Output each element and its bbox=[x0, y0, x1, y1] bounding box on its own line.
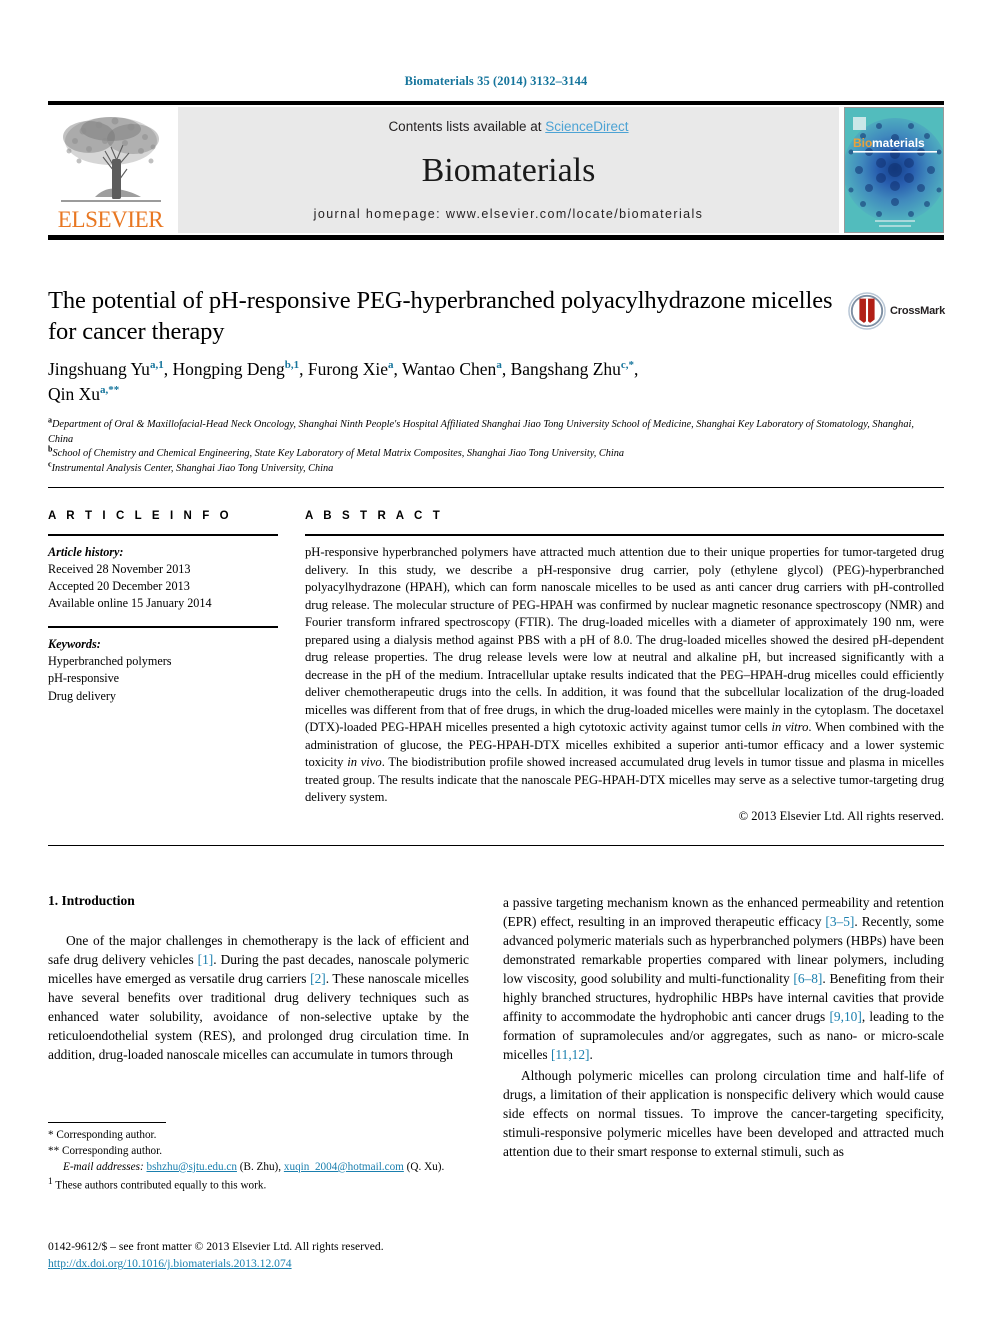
email-link-zhu[interactable]: bshzhu@sjtu.edu.cn bbox=[146, 1161, 236, 1173]
author-affiliation-marker: a bbox=[496, 359, 502, 372]
citation-ref[interactable]: [1] bbox=[198, 952, 214, 967]
abstract-heading: A B S T R A C T bbox=[305, 510, 444, 522]
author-affiliation-marker: a,1 bbox=[149, 359, 164, 372]
page-footer: 0142-9612/$ – see front matter © 2013 El… bbox=[48, 1238, 508, 1273]
intro-text-8: . bbox=[589, 1047, 593, 1063]
elsevier-wordmark: ELSEVIER bbox=[57, 207, 164, 232]
citation-ref[interactable]: [2] bbox=[310, 971, 326, 986]
footnote-marker: 1 bbox=[48, 1176, 53, 1187]
cover-title-suffix: materials bbox=[872, 136, 925, 150]
contents-prefix-text: Contents lists available at bbox=[388, 119, 546, 134]
abstract-rule bbox=[305, 534, 944, 536]
masthead-center-panel: Contents lists available at ScienceDirec… bbox=[178, 107, 839, 233]
intro-paragraph-1: One of the major challenges in chemother… bbox=[48, 931, 469, 1064]
contents-available-line: Contents lists available at ScienceDirec… bbox=[388, 119, 628, 134]
citation-ref[interactable]: [11,12] bbox=[551, 1047, 590, 1062]
footnote-corresponding-1: * Corresponding author. bbox=[48, 1129, 157, 1141]
body-column-left: 1. Introduction One of the major challen… bbox=[48, 893, 469, 1066]
article-history-label: Article history: bbox=[48, 545, 124, 559]
footnote-emails: E-mail addresses: bshzhu@sjtu.edu.cn (B.… bbox=[48, 1160, 473, 1176]
author-name: Bangshang Zhu bbox=[510, 359, 621, 379]
author-list: Jingshuang Yua,1, Hongping Dengb,1, Furo… bbox=[48, 357, 848, 408]
sciencedirect-link[interactable]: ScienceDirect bbox=[545, 119, 628, 134]
masthead-bottom-rule bbox=[48, 235, 944, 240]
affiliation-item: cInstrumental Analysis Center, Shanghai … bbox=[48, 460, 918, 477]
email-owner-zhu: (B. Zhu), bbox=[239, 1160, 282, 1173]
author-affiliation-marker: b,1 bbox=[284, 359, 300, 372]
abstract-body: pH-responsive hyperbranched polymers hav… bbox=[305, 544, 944, 807]
author-name: Qin Xu bbox=[48, 384, 101, 405]
intro-paragraph-2: Although polymeric micelles can prolong … bbox=[503, 1068, 944, 1160]
article-info-rule bbox=[48, 534, 278, 536]
affiliation-item: aDepartment of Oral & Maxillofacial-Head… bbox=[48, 416, 918, 447]
journal-homepage-line[interactable]: journal homepage: www.elsevier.com/locat… bbox=[314, 207, 704, 221]
section-heading-introduction: 1. Introduction bbox=[48, 893, 135, 908]
citation-ref[interactable]: [3–5] bbox=[825, 914, 854, 929]
page-title: The potential of pH-responsive PEG-hyper… bbox=[48, 287, 833, 345]
footnote-corresponding-2: ** Corresponding author. bbox=[48, 1144, 163, 1157]
elsevier-tree-icon bbox=[60, 117, 161, 202]
affiliation-text: School of Chemistry and Chemical Enginee… bbox=[52, 448, 625, 460]
author-name: Hongping Deng bbox=[172, 359, 285, 379]
footnote-block: * Corresponding author. ** Corresponding… bbox=[48, 1128, 473, 1194]
keyword-item: Hyperbranched polymers bbox=[48, 654, 172, 669]
running-head-citation: Biomaterials 35 (2014) 3132–3144 bbox=[404, 74, 588, 88]
journal-masthead: ELSEVIER Contents lists available at Sci… bbox=[48, 101, 944, 240]
email-addresses-label: E-mail addresses: bbox=[63, 1160, 144, 1173]
cover-artwork: Bio materials bbox=[845, 108, 943, 232]
info-section-top-rule bbox=[48, 487, 944, 488]
article-info-panel: A R T I C L E I N F O Article history: R… bbox=[48, 510, 278, 705]
abstract-part-3: . The biodistribution profile showed inc… bbox=[305, 755, 945, 804]
title-block: The potential of pH-responsive PEG-hyper… bbox=[48, 286, 838, 348]
citation-ref[interactable]: [6–8] bbox=[793, 971, 822, 986]
footnote-equal-contribution-text: These authors contributed equally to thi… bbox=[55, 1179, 267, 1192]
author-line-1: Jingshuang Yua,1, Hongping Dengb,1, Furo… bbox=[48, 359, 639, 379]
author-affiliation-marker: a,** bbox=[100, 384, 120, 397]
abstract-panel: A B S T R A C T pH-responsive hyperbranc… bbox=[305, 510, 944, 824]
crossmark-badge[interactable]: CrossMark bbox=[848, 288, 946, 334]
keyword-item: pH-responsive bbox=[48, 671, 120, 686]
keyword-item: Drug delivery bbox=[48, 688, 117, 703]
journal-title: Biomaterials bbox=[421, 151, 596, 189]
abstract-part-1: pH-responsive hyperbranched polymers hav… bbox=[305, 545, 944, 734]
article-history-accepted: Accepted 20 December 2013 bbox=[48, 579, 190, 594]
keywords-label: Keywords: bbox=[48, 637, 101, 652]
affiliation-text: Instrumental Analysis Center, Shanghai J… bbox=[51, 462, 334, 474]
journal-cover-thumbnail: Bio materials bbox=[844, 107, 944, 233]
citation-ref[interactable]: [9,10] bbox=[829, 1009, 861, 1024]
article-history-received: Received 28 November 2013 bbox=[48, 562, 191, 577]
author-affiliation-marker: c,* bbox=[620, 359, 635, 372]
author-name: Jingshuang Yu bbox=[48, 359, 150, 379]
elsevier-logo: ELSEVIER bbox=[48, 107, 173, 233]
author-name: Furong Xie bbox=[307, 359, 389, 379]
affiliation-list: aDepartment of Oral & Maxillofacial-Head… bbox=[48, 416, 918, 477]
issn-front-matter: 0142-9612/$ – see front matter © 2013 El… bbox=[48, 1240, 384, 1253]
body-column-right: a passive targeting mechanism known as t… bbox=[503, 893, 944, 1163]
crossmark-icon bbox=[848, 292, 886, 330]
abstract-italic-in-vitro: in vitro bbox=[771, 720, 809, 734]
doi-link[interactable]: http://dx.doi.org/10.1016/j.biomaterials… bbox=[48, 1257, 292, 1270]
crossmark-label: CrossMark bbox=[890, 305, 946, 317]
abstract-italic-in-vivo: in vivo bbox=[347, 755, 382, 769]
footnote-separator-rule bbox=[48, 1122, 166, 1123]
author-line-2: Qin Xua,** bbox=[48, 384, 119, 404]
affiliation-text: Department of Oral & Maxillofacial-Head … bbox=[48, 419, 914, 445]
footnote-equal-contribution: 1 These authors contributed equally to t… bbox=[48, 1176, 473, 1195]
article-info-heading: A R T I C L E I N F O bbox=[48, 510, 233, 522]
author-name: Wantao Chen bbox=[401, 359, 497, 379]
journal-article-first-page: Biomaterials 35 (2014) 3132–3144 ELSEVIE… bbox=[0, 0, 992, 1323]
abstract-copyright: © 2013 Elsevier Ltd. All rights reserved… bbox=[738, 808, 944, 823]
article-history-online: Available online 15 January 2014 bbox=[48, 596, 212, 611]
keywords-rule bbox=[48, 626, 278, 629]
email-owner-xu: (Q. Xu). bbox=[406, 1160, 445, 1173]
author-affiliation-marker: a bbox=[388, 359, 394, 372]
abstract-section-bottom-rule bbox=[48, 845, 944, 846]
masthead-top-rule bbox=[48, 101, 944, 105]
intro-paragraph-1-continued: a passive targeting mechanism known as t… bbox=[503, 893, 944, 1064]
cover-title-prefix: Bio bbox=[853, 136, 872, 150]
affiliation-item: bSchool of Chemistry and Chemical Engine… bbox=[48, 445, 918, 462]
email-link-xu[interactable]: xuqin_2004@hotmail.com bbox=[284, 1161, 404, 1173]
